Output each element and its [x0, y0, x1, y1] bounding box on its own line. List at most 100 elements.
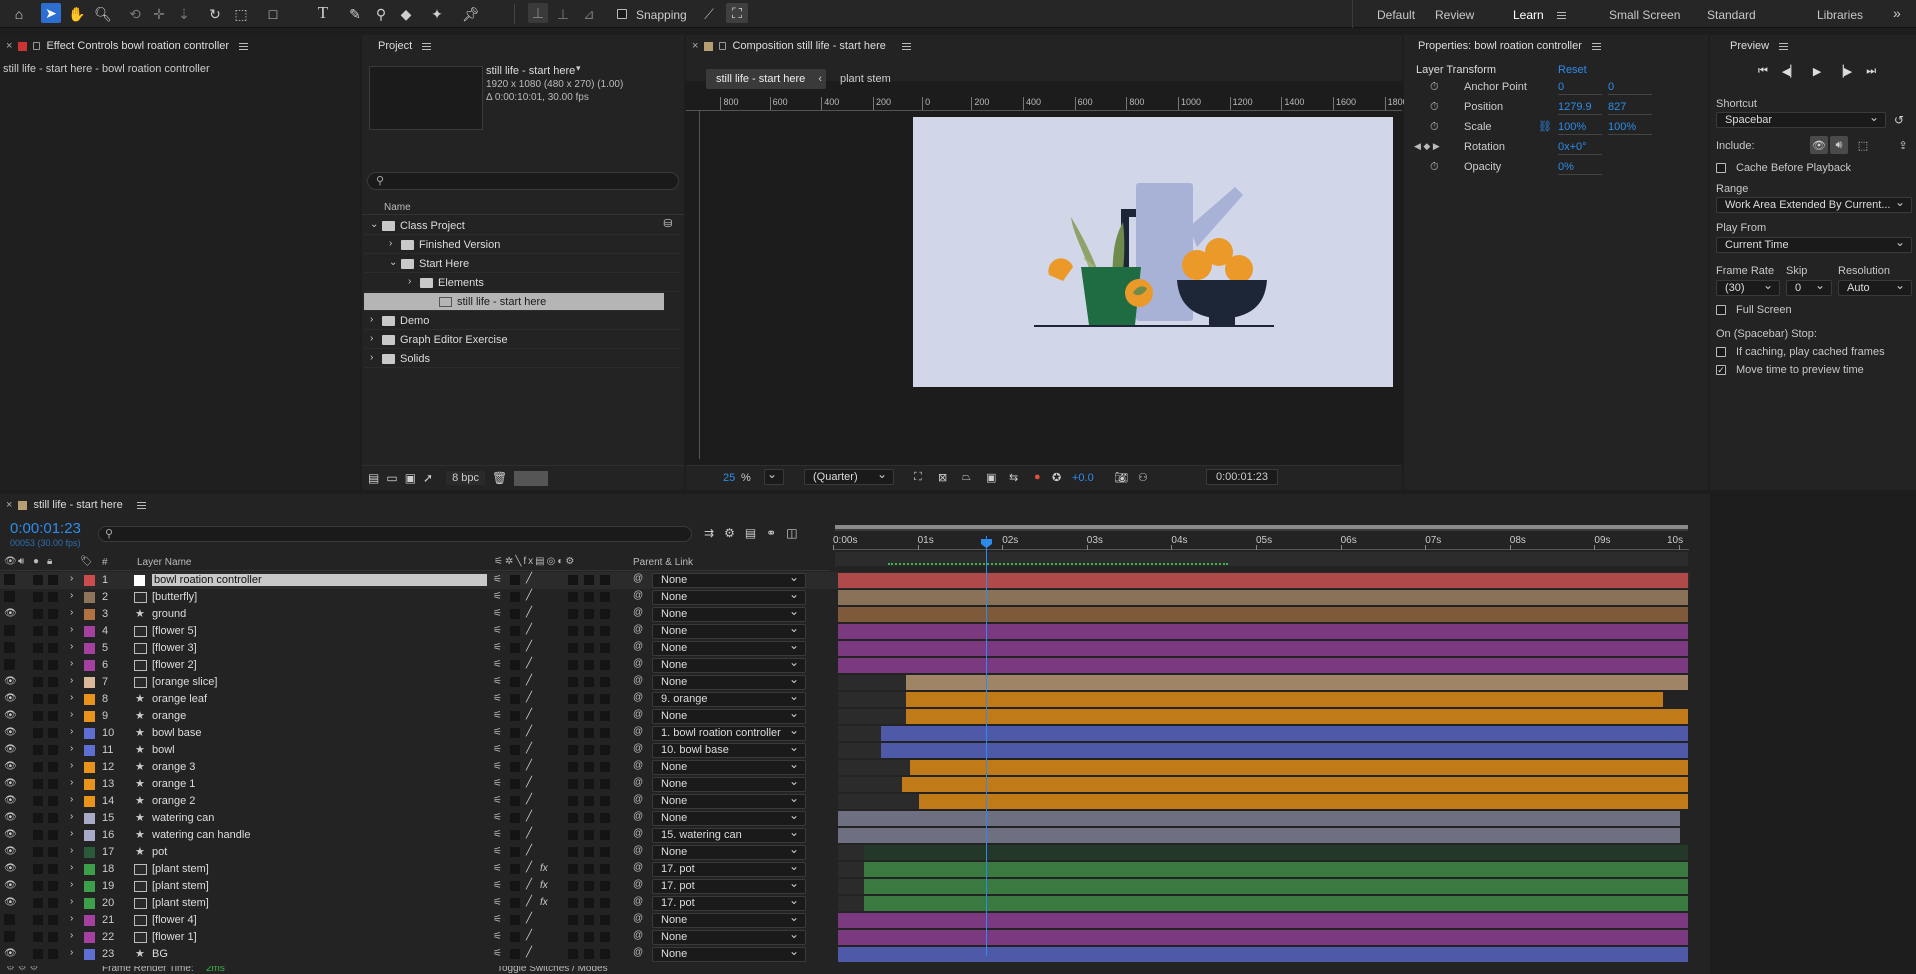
lock-toggle[interactable] — [48, 932, 58, 942]
collapse-switch[interactable] — [510, 932, 520, 942]
guides-icon[interactable]: ▣ — [986, 471, 996, 484]
collapse-switch[interactable] — [510, 864, 520, 874]
chevron-down-icon[interactable]: ⌄ — [370, 219, 378, 230]
parent-dropdown[interactable]: None — [652, 673, 806, 690]
shy-switch-icon[interactable]: ⚟ — [493, 591, 502, 602]
pick-whip-icon[interactable]: @ — [633, 692, 643, 703]
adjustment-switch[interactable] — [584, 745, 594, 755]
solo-toggle[interactable] — [33, 949, 43, 959]
collapse-switch[interactable] — [510, 677, 520, 687]
3d-switch[interactable] — [600, 898, 610, 908]
resolution-dropdown[interactable]: Auto — [1838, 278, 1912, 296]
quality-switch-icon[interactable]: ╱ — [526, 658, 532, 669]
project-item[interactable]: › Finished Version — [364, 236, 680, 254]
layer-row[interactable]: › 1 bowl roation controller ⚟ ╱ @ None — [0, 571, 1690, 589]
play-from-dropdown[interactable]: Current Time — [1716, 235, 1912, 253]
collapse-switch[interactable] — [510, 779, 520, 789]
motion-blur-switch[interactable] — [568, 796, 578, 806]
shy-switch-icon[interactable]: ⚟ — [493, 608, 502, 619]
layer-name[interactable]: [flower 3] — [152, 642, 197, 654]
effect-controls-tab[interactable]: × Effect Controls bowl roation controlle… — [0, 35, 360, 57]
previous-frame-icon[interactable]: ◀▏ — [1782, 65, 1799, 78]
zoom-dropdown[interactable] — [764, 467, 784, 485]
layer-label-color[interactable] — [84, 643, 95, 654]
workspace-tab-learn[interactable]: Learn — [1513, 8, 1544, 22]
adjustment-switch[interactable] — [584, 881, 594, 891]
motion-blur-switch[interactable] — [568, 830, 578, 840]
layer-name[interactable]: [plant stem] — [152, 863, 209, 875]
motion-blur-switch[interactable] — [568, 711, 578, 721]
orbit-tool-icon[interactable]: ⟲ — [126, 5, 144, 23]
chevron-right-icon[interactable]: › — [70, 794, 73, 805]
layer-label-color[interactable] — [84, 796, 95, 807]
export-icon[interactable]: ⇪ — [1894, 136, 1912, 154]
include-audio-icon[interactable]: 🔊︎ — [1830, 136, 1848, 154]
motion-blur-switch[interactable] — [568, 898, 578, 908]
stopwatch-icon[interactable]: ⏱ — [1430, 101, 1439, 114]
eye-icon[interactable]: 👁︎ — [4, 795, 17, 806]
shy-layers-icon[interactable]: ▤ — [745, 526, 756, 540]
solo-toggle[interactable] — [33, 864, 43, 874]
interpret-footage-icon[interactable]: ▤ — [368, 471, 379, 485]
layer-row[interactable]: 👁︎ › 12 ★ orange 3 ⚟ ╱ @ None — [0, 758, 1690, 776]
next-frame-icon[interactable]: ▕▶ — [1835, 65, 1852, 78]
parent-dropdown[interactable]: None — [652, 928, 806, 945]
shy-switch-icon[interactable]: ⚟ — [493, 914, 502, 925]
chevron-right-icon[interactable]: › — [70, 658, 73, 669]
parent-dropdown[interactable]: None — [652, 622, 806, 639]
motion-blur-switch[interactable] — [568, 847, 578, 857]
3d-switch[interactable] — [600, 592, 610, 602]
layer-duration-bar[interactable] — [906, 692, 1663, 707]
video-toggle[interactable] — [4, 591, 15, 602]
pick-whip-icon[interactable]: @ — [633, 658, 643, 669]
quality-switch-icon[interactable]: ╱ — [526, 743, 532, 754]
chevron-right-icon[interactable]: › — [70, 777, 73, 788]
adjustment-switch[interactable] — [584, 592, 594, 602]
shy-switch-icon[interactable]: ⚟ — [493, 625, 502, 636]
layer-name[interactable]: [plant stem] — [152, 880, 209, 892]
brush-tool-icon[interactable]: ✎ — [346, 5, 364, 23]
preview-tab[interactable]: Preview — [1710, 35, 1916, 57]
layer-label-color[interactable] — [84, 762, 95, 773]
3d-switch[interactable] — [600, 813, 610, 823]
parent-dropdown[interactable]: None — [652, 707, 806, 724]
pick-whip-icon[interactable]: @ — [633, 828, 643, 839]
quality-switch-icon[interactable]: ╱ — [526, 913, 532, 924]
layer-label-color[interactable] — [84, 575, 95, 586]
solo-toggle[interactable] — [33, 609, 43, 619]
solo-toggle[interactable] — [33, 694, 43, 704]
3d-switch[interactable] — [600, 643, 610, 653]
exposure-value[interactable]: +0.0 — [1072, 472, 1094, 484]
collapse-switch[interactable] — [510, 796, 520, 806]
chevron-right-icon[interactable]: › — [70, 879, 73, 890]
pick-whip-icon[interactable]: @ — [633, 624, 643, 635]
panel-menu-icon[interactable] — [1591, 42, 1601, 50]
layer-name-column-header[interactable]: Layer Name — [137, 557, 191, 568]
layer-label-color[interactable] — [84, 728, 95, 739]
timeline-timecode[interactable]: 0:00:01:23 — [10, 520, 81, 537]
time-ruler[interactable]: 0:00s 01s 02s 03s 04s 05s 06s 07s 08s 09s 10s — [833, 534, 1689, 550]
video-toggle[interactable] — [4, 931, 15, 942]
solo-toggle[interactable] — [33, 830, 43, 840]
lock-icon[interactable] — [33, 42, 41, 50]
chevron-right-icon[interactable]: › — [70, 573, 73, 584]
parent-dropdown[interactable]: None — [652, 656, 806, 673]
shy-switch-icon[interactable]: ⚟ — [493, 642, 502, 653]
skip-dropdown[interactable]: 0 — [1786, 278, 1832, 296]
adjustment-switch[interactable] — [584, 813, 594, 823]
layer-name[interactable]: BG — [152, 948, 168, 960]
adjustment-switch[interactable] — [584, 915, 594, 925]
pick-whip-icon[interactable]: @ — [633, 930, 643, 941]
3d-switch[interactable] — [600, 915, 610, 925]
quality-switch-icon[interactable]: ╱ — [526, 947, 532, 958]
last-frame-icon[interactable]: ⏭ — [1866, 65, 1876, 78]
layer-name[interactable]: bowl base — [152, 727, 202, 739]
motion-blur-switch[interactable] — [568, 626, 578, 636]
layer-row[interactable]: 👁︎ › 17 ★ pot ⚟ ╱ @ None — [0, 843, 1690, 861]
layer-duration-bar[interactable] — [901, 777, 1688, 792]
quality-switch-icon[interactable]: ╱ — [526, 641, 532, 652]
property-value-1[interactable]: 1279.9 — [1558, 101, 1602, 115]
parent-dropdown[interactable]: None — [652, 588, 806, 605]
parent-dropdown[interactable]: None — [652, 571, 806, 588]
collapse-switch[interactable] — [510, 745, 520, 755]
